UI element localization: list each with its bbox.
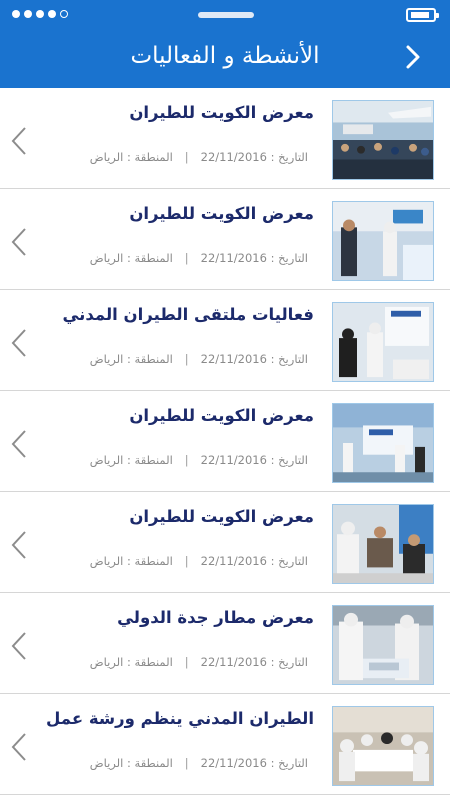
list-item[interactable]: معرض الكويت للطيران التاريخ : 22/11/2016…: [0, 492, 450, 593]
list-item[interactable]: فعاليات ملتقى الطيران المدني التاريخ : 2…: [0, 290, 450, 391]
meta-separator: |: [184, 554, 189, 568]
event-date: التاريخ : 22/11/2016: [200, 251, 308, 265]
event-title: معرض الكويت للطيران: [129, 103, 314, 122]
list-item[interactable]: معرض مطار جدة الدولي التاريخ : 22/11/201…: [0, 593, 450, 694]
chevron-left-icon: [11, 531, 26, 559]
event-title: معرض مطار جدة الدولي: [117, 608, 314, 627]
app-header: الأنشطة و الفعاليات: [0, 0, 450, 88]
chevron-left-icon: [11, 329, 26, 357]
event-region: المنطقة : الرياض: [89, 453, 173, 467]
chevron-left-icon: [11, 733, 26, 761]
event-meta: التاريخ : 22/11/2016 | المنطقة : الرياض: [60, 554, 308, 568]
list-item[interactable]: الطيران المدني ينظم ورشة عمل التاريخ : 2…: [0, 694, 450, 795]
speaker-notch: [198, 12, 254, 18]
event-thumbnail: [332, 706, 434, 786]
chevron-left-icon: [11, 228, 26, 256]
event-meta: التاريخ : 22/11/2016 | المنطقة : الرياض: [60, 453, 308, 467]
event-region: المنطقة : الرياض: [89, 655, 173, 669]
event-thumbnail: [332, 504, 434, 584]
event-region: المنطقة : الرياض: [89, 251, 173, 265]
event-date: التاريخ : 22/11/2016: [200, 655, 308, 669]
event-title: معرض الكويت للطيران: [129, 406, 314, 425]
list-item[interactable]: معرض الكويت للطيران التاريخ : 22/11/2016…: [0, 189, 450, 290]
meta-separator: |: [184, 150, 189, 164]
meta-separator: |: [184, 251, 189, 265]
event-date: التاريخ : 22/11/2016: [200, 352, 308, 366]
event-region: المنطقة : الرياض: [89, 352, 173, 366]
event-meta: التاريخ : 22/11/2016 | المنطقة : الرياض: [60, 655, 308, 669]
event-thumbnail: [332, 302, 434, 382]
list-item[interactable]: معرض الكويت للطيران التاريخ : 22/11/2016…: [0, 391, 450, 492]
event-region: المنطقة : الرياض: [89, 554, 173, 568]
meta-separator: |: [184, 453, 189, 467]
event-meta: التاريخ : 22/11/2016 | المنطقة : الرياض: [60, 756, 308, 770]
page-title: الأنشطة و الفعاليات: [130, 43, 320, 69]
signal-dots-icon: [12, 10, 68, 18]
battery-icon: [406, 8, 439, 22]
event-meta: التاريخ : 22/11/2016 | المنطقة : الرياض: [60, 352, 308, 366]
event-region: المنطقة : الرياض: [89, 150, 173, 164]
event-meta: التاريخ : 22/11/2016 | المنطقة : الرياض: [60, 251, 308, 265]
event-thumbnail: [332, 100, 434, 180]
event-date: التاريخ : 22/11/2016: [200, 756, 308, 770]
event-meta: التاريخ : 22/11/2016 | المنطقة : الرياض: [60, 150, 308, 164]
chevron-left-icon: [11, 430, 26, 458]
event-title: الطيران المدني ينظم ورشة عمل: [46, 709, 314, 728]
event-title: معرض الكويت للطيران: [129, 507, 314, 526]
event-region: المنطقة : الرياض: [89, 756, 173, 770]
meta-separator: |: [184, 756, 189, 770]
event-thumbnail: [332, 403, 434, 483]
event-title: فعاليات ملتقى الطيران المدني: [62, 305, 314, 324]
meta-separator: |: [184, 352, 189, 366]
chevron-left-icon: [11, 127, 26, 155]
chevron-right-icon: [406, 45, 420, 69]
event-thumbnail: [332, 605, 434, 685]
list-item[interactable]: معرض الكويت للطيران التاريخ : 22/11/2016…: [0, 88, 450, 189]
event-thumbnail: [332, 201, 434, 281]
events-list: معرض الكويت للطيران التاريخ : 22/11/2016…: [0, 88, 450, 795]
meta-separator: |: [184, 655, 189, 669]
event-date: التاريخ : 22/11/2016: [200, 554, 308, 568]
back-button[interactable]: [400, 42, 426, 72]
event-date: التاريخ : 22/11/2016: [200, 453, 308, 467]
event-title: معرض الكويت للطيران: [129, 204, 314, 223]
event-date: التاريخ : 22/11/2016: [200, 150, 308, 164]
chevron-left-icon: [11, 632, 26, 660]
